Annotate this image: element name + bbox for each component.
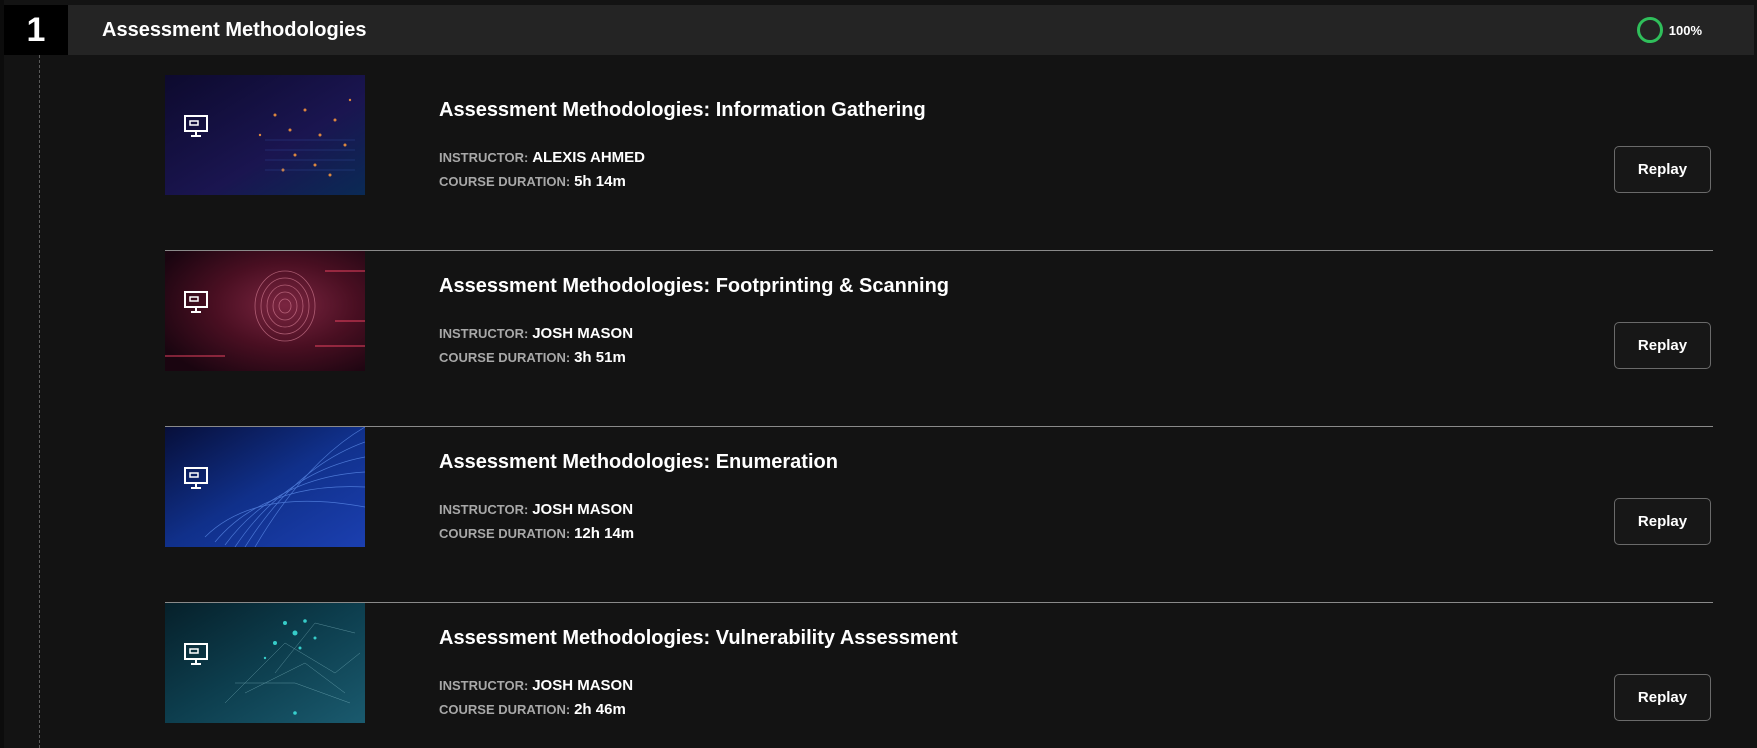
replay-button[interactable]: Replay: [1614, 322, 1711, 369]
duration-value: 2h 46m: [574, 701, 626, 718]
instructor-label: INSTRUCTOR:: [439, 326, 529, 341]
course-duration: COURSE DURATION: 12h 14m: [439, 525, 634, 542]
course-item: Assessment Methodologies: Vulnerability …: [165, 603, 1713, 748]
course-instructor: INSTRUCTOR: JOSH MASON: [439, 325, 633, 342]
course-thumbnail[interactable]: [165, 603, 365, 723]
duration-value: 12h 14m: [574, 525, 635, 542]
progress-ring-icon: [1636, 17, 1663, 43]
duration-label: COURSE DURATION:: [439, 702, 571, 717]
course-instructor: INSTRUCTOR: JOSH MASON: [439, 677, 633, 694]
section-title: Assessment Methodologies: [102, 18, 367, 41]
instructor-label: INSTRUCTOR:: [439, 150, 529, 165]
course-title[interactable]: Assessment Methodologies: Enumeration: [439, 451, 838, 474]
progress-percentage: 100%: [1668, 22, 1702, 38]
course-title[interactable]: Assessment Methodologies: Information Ga…: [439, 99, 926, 122]
presentation-icon: [184, 643, 208, 665]
course-thumbnail[interactable]: [165, 75, 365, 195]
presentation-icon: [184, 291, 208, 313]
duration-value: 3h 51m: [574, 349, 626, 366]
section-number: 1: [4, 5, 68, 55]
section-header[interactable]: 1 Assessment Methodologies 100%: [4, 5, 1754, 55]
replay-button[interactable]: Replay: [1614, 146, 1711, 193]
course-title[interactable]: Assessment Methodologies: Vulnerability …: [439, 627, 958, 650]
instructor-name: JOSH MASON: [532, 677, 634, 694]
course-instructor: INSTRUCTOR: ALEXIS AHMED: [439, 149, 645, 166]
section-progress: 100%: [1636, 17, 1702, 43]
course-thumbnail[interactable]: [165, 251, 365, 371]
instructor-name: ALEXIS AHMED: [532, 149, 645, 166]
course-title[interactable]: Assessment Methodologies: Footprinting &…: [439, 275, 949, 298]
course-duration: COURSE DURATION: 5h 14m: [439, 173, 626, 190]
course-duration: COURSE DURATION: 3h 51m: [439, 349, 626, 366]
course-item: Assessment Methodologies: Footprinting &…: [165, 251, 1713, 427]
left-rail: [0, 0, 4, 748]
replay-button[interactable]: Replay: [1614, 498, 1711, 545]
instructor-label: INSTRUCTOR:: [439, 678, 529, 693]
course-item: Assessment Methodologies: Information Ga…: [165, 75, 1713, 251]
duration-label: COURSE DURATION:: [439, 174, 571, 189]
course-duration: COURSE DURATION: 2h 46m: [439, 701, 626, 718]
presentation-icon: [184, 115, 208, 137]
timeline-line: [39, 55, 40, 748]
course-thumbnail[interactable]: [165, 427, 365, 547]
course-item: Assessment Methodologies: Enumeration IN…: [165, 427, 1713, 603]
course-instructor: INSTRUCTOR: JOSH MASON: [439, 501, 633, 518]
duration-label: COURSE DURATION:: [439, 526, 571, 541]
course-path-page: 1 Assessment Methodologies 100% Assessme…: [0, 0, 1757, 748]
duration-value: 5h 14m: [574, 173, 626, 190]
presentation-icon: [184, 467, 208, 489]
instructor-label: INSTRUCTOR:: [439, 502, 529, 517]
instructor-name: JOSH MASON: [532, 325, 634, 342]
instructor-name: JOSH MASON: [532, 501, 634, 518]
duration-label: COURSE DURATION:: [439, 350, 571, 365]
replay-button[interactable]: Replay: [1614, 674, 1711, 721]
